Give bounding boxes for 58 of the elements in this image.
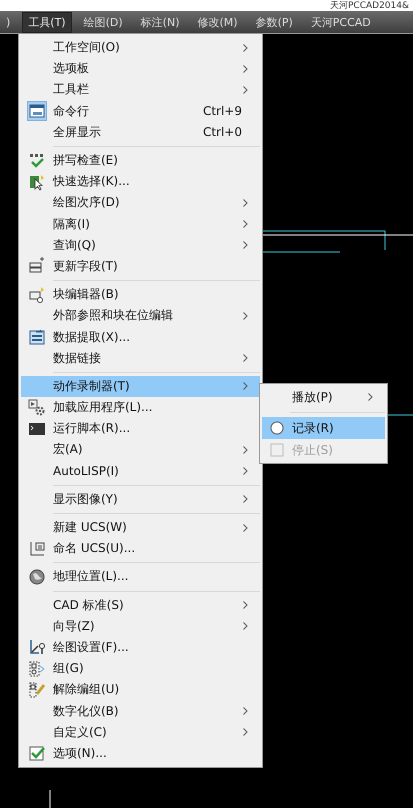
block-icon — [28, 286, 46, 304]
menu-item[interactable]: 地理位置(L)... — [21, 566, 260, 588]
menu-bar-item[interactable]: 标注(N) — [134, 12, 186, 32]
menu-item[interactable]: 自定义(C) — [21, 722, 260, 743]
menu-item[interactable]: 播放(P) — [262, 386, 385, 408]
menu-item[interactable]: 命令行 Ctrl+9 — [21, 100, 260, 122]
menu-item[interactable]: 加载应用程序(L)... — [21, 397, 260, 418]
menu-item[interactable]: 查询(Q) — [21, 234, 260, 256]
menu-item[interactable]: 隔离(I) — [21, 214, 260, 235]
menu-item[interactable]: 绘图设置(F)... — [21, 636, 260, 658]
menu-item[interactable]: 数字化仪(B) — [21, 700, 260, 722]
check-mark-icon — [28, 152, 46, 170]
menu-item[interactable]: 显示图像(Y) — [21, 488, 260, 510]
menu-item[interactable]: 数据链接 — [21, 348, 260, 369]
menu-item[interactable]: 新建 UCS(W) — [21, 516, 260, 538]
menu-item[interactable]: 工作空间(O) — [21, 37, 260, 58]
menu-bar-item[interactable]: ) — [0, 12, 16, 32]
menu-item[interactable]: 更新字段(T) — [21, 256, 260, 278]
menu-item[interactable]: 解除编组(U) — [21, 679, 260, 700]
shortcut-label: Ctrl+9 — [202, 104, 242, 118]
menu-item[interactable]: 宏(A) — [21, 439, 260, 461]
menu-item[interactable]: 动作录制器(T) — [21, 376, 260, 397]
axes-wrench-icon — [28, 638, 46, 656]
menu-item[interactable]: 选项(N)... — [21, 742, 260, 764]
checkbox-icon — [28, 744, 46, 762]
ungroup-icon — [28, 680, 46, 699]
radio-icon — [270, 421, 284, 435]
window-title: 天河PCCAD2014& — [330, 1, 409, 11]
shortcut-label: Ctrl+0 — [202, 125, 242, 140]
menu-item[interactable]: 绘图次序(D) — [21, 192, 260, 214]
menu-item[interactable]: 工具栏 — [21, 79, 260, 101]
menu-item[interactable]: 快速选择(K)... — [21, 171, 260, 192]
menu-item[interactable]: 拼写检查(E) — [21, 150, 260, 172]
menu-bar-item[interactable]: 工具(T) — [22, 12, 72, 32]
axes-icon — [28, 540, 46, 558]
menu-bar-item[interactable]: 天河PCCAD — [304, 12, 377, 32]
menu-item[interactable]: 向导(Z) — [21, 616, 260, 637]
menu-item[interactable]: 数据提取(X)... — [21, 326, 260, 348]
dotted-group-icon — [28, 660, 46, 678]
menu-bar-item[interactable]: 修改(M) — [191, 12, 244, 32]
menu-bar-item[interactable]: 参数(P) — [250, 12, 299, 32]
menu-item[interactable]: 外部参照和块在位编辑 — [21, 305, 260, 326]
menu-bar-item[interactable]: 绘图(D) — [78, 12, 129, 32]
menu-item[interactable]: CAD 标准(S) — [21, 594, 260, 616]
gear-icon — [28, 398, 46, 417]
menu-item[interactable]: 命名 UCS(U)... — [21, 538, 260, 560]
menu-item[interactable]: AutoLISP(I) — [21, 460, 260, 482]
globe-icon — [28, 568, 46, 586]
menu-item[interactable]: 块编辑器(B) — [21, 284, 260, 306]
menu-item[interactable]: 运行脚本(R)... — [21, 418, 260, 440]
table-icon — [28, 328, 46, 346]
checkbox-icon — [270, 443, 284, 457]
cursor-icon — [28, 172, 46, 191]
menu-item[interactable]: 记录(R) — [262, 417, 385, 439]
menu-item[interactable]: 组(G) — [21, 658, 260, 680]
menu-item[interactable]: 全屏显示 Ctrl+0 — [21, 122, 260, 143]
stacked-boxes-icon — [28, 257, 46, 276]
menu-item[interactable]: 选项板 — [21, 58, 260, 80]
